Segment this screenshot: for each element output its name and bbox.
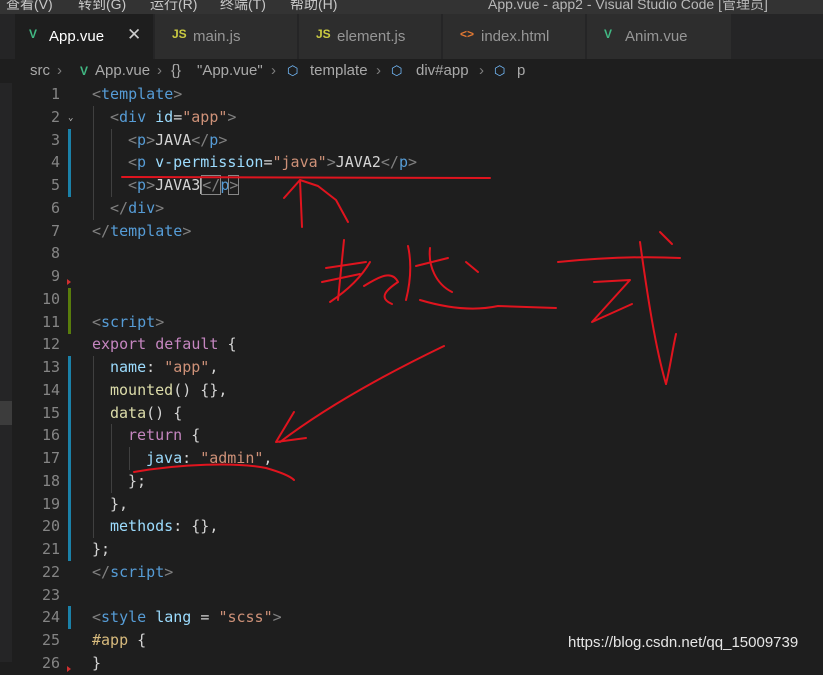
up-arrow-head <box>283 179 349 223</box>
down-arrow-shaft <box>279 345 445 443</box>
handwriting-stroke <box>659 231 673 245</box>
handwriting-stroke <box>665 333 677 385</box>
handwriting-stroke <box>363 274 399 305</box>
handwritten-red-annotation <box>121 176 681 481</box>
underline-java <box>133 463 295 481</box>
handwriting-stroke <box>329 261 371 303</box>
up-arrow-shaft <box>299 179 303 228</box>
handwriting-stroke <box>639 241 667 385</box>
handwriting-stroke <box>337 239 345 301</box>
handwriting-stroke <box>325 261 367 269</box>
handwriting-stroke <box>419 299 557 310</box>
handwriting-stroke <box>591 279 633 323</box>
handwriting-stroke <box>405 245 412 301</box>
handwriting-stroke <box>428 247 453 293</box>
handwriting-stroke <box>465 261 479 273</box>
underline-line-4 <box>121 176 491 179</box>
handwriting-stroke <box>557 256 681 263</box>
deleted-line-indicator[interactable] <box>67 665 71 672</box>
